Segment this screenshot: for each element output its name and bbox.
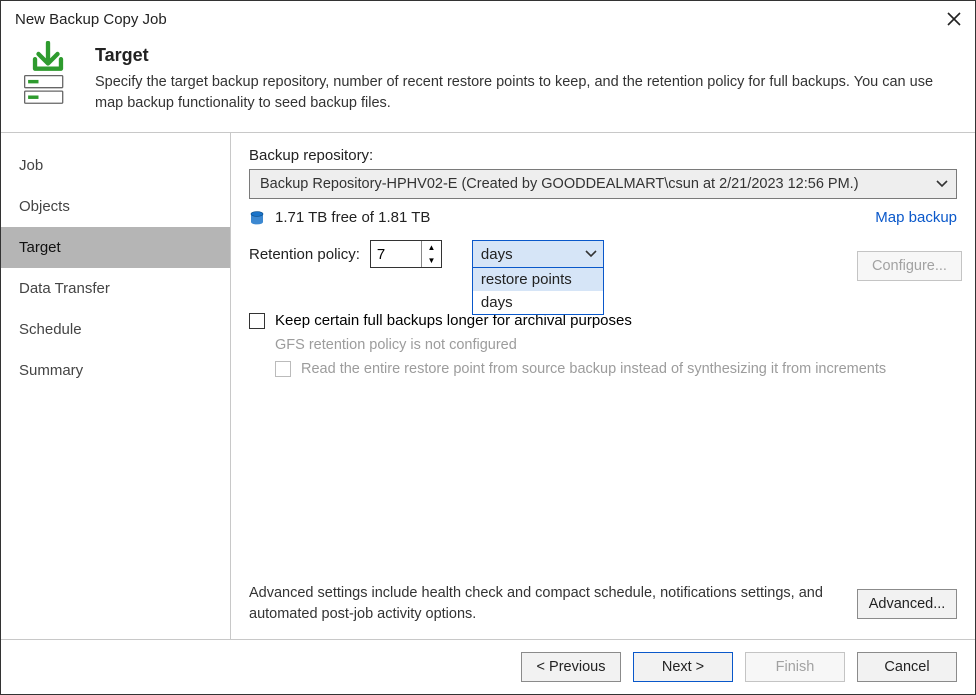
combo-option-days[interactable]: days — [473, 291, 603, 314]
content-panel: Backup repository: Backup Repository-HPH… — [231, 133, 975, 639]
wizard-window: New Backup Copy Job Target Specify the t… — [0, 0, 976, 695]
step-job[interactable]: Job — [1, 145, 230, 186]
retention-unit-selected: days — [481, 246, 513, 263]
target-page-icon — [19, 41, 77, 105]
read-entire-checkbox — [275, 361, 291, 377]
next-button[interactable]: Next > — [633, 652, 733, 682]
advanced-description: Advanced settings include health check a… — [249, 583, 841, 625]
retention-unit-combo[interactable]: days — [472, 240, 604, 268]
retention-unit-dropdown: restore points days — [472, 267, 604, 315]
retention-value-input[interactable] — [371, 241, 421, 267]
gfs-note: GFS retention policy is not configured — [275, 337, 957, 353]
configure-button: Configure... — [857, 251, 962, 281]
wizard-footer: < Previous Next > Finish Cancel — [1, 639, 975, 694]
repo-select[interactable]: Backup Repository-HPHV02-E (Created by G… — [249, 169, 957, 199]
window-title: New Backup Copy Job — [15, 11, 167, 28]
combo-option-restore-points[interactable]: restore points — [473, 268, 603, 291]
wizard-header: Target Specify the target backup reposit… — [1, 35, 975, 133]
spinner-up-icon[interactable]: ▲ — [422, 241, 441, 254]
map-backup-link[interactable]: Map backup — [875, 209, 957, 226]
retention-value-spinner[interactable]: ▲ ▼ — [370, 240, 442, 268]
free-space-text: 1.71 TB free of 1.81 TB — [275, 209, 430, 226]
close-icon[interactable] — [947, 12, 961, 26]
repo-selected-text: Backup Repository-HPHV02-E (Created by G… — [260, 176, 859, 192]
spinner-down-icon[interactable]: ▼ — [422, 254, 441, 267]
step-summary[interactable]: Summary — [1, 350, 230, 391]
keep-full-checkbox[interactable] — [249, 313, 265, 329]
step-target[interactable]: Target — [1, 227, 230, 268]
finish-button: Finish — [745, 652, 845, 682]
step-schedule[interactable]: Schedule — [1, 309, 230, 350]
chevron-down-icon — [936, 180, 948, 188]
disk-icon — [249, 210, 265, 226]
chevron-down-icon — [585, 250, 597, 258]
cancel-button[interactable]: Cancel — [857, 652, 957, 682]
step-objects[interactable]: Objects — [1, 186, 230, 227]
retention-label: Retention policy: — [249, 246, 360, 263]
previous-button[interactable]: < Previous — [521, 652, 621, 682]
repo-label: Backup repository: — [249, 147, 957, 164]
wizard-body: Job Objects Target Data Transfer Schedul… — [1, 133, 975, 639]
wizard-steps: Job Objects Target Data Transfer Schedul… — [1, 133, 231, 639]
titlebar: New Backup Copy Job — [1, 1, 975, 35]
page-title: Target — [95, 45, 957, 66]
page-subtitle: Specify the target backup repository, nu… — [95, 72, 957, 114]
advanced-button[interactable]: Advanced... — [857, 589, 957, 619]
step-data-transfer[interactable]: Data Transfer — [1, 268, 230, 309]
read-entire-label: Read the entire restore point from sourc… — [301, 361, 886, 377]
